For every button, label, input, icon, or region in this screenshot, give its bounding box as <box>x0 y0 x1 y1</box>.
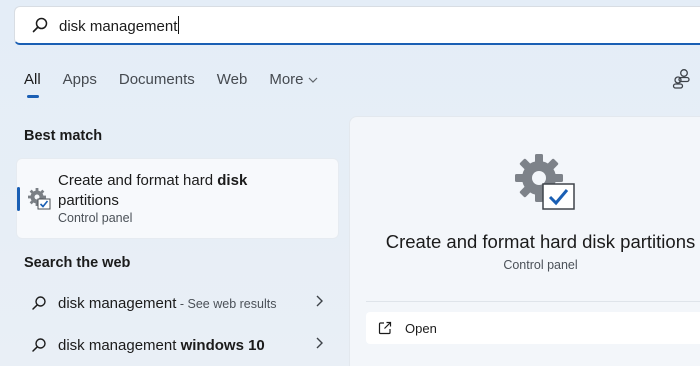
best-match-result[interactable]: Create and format hard disk partitions Co… <box>16 158 339 239</box>
search-icon <box>31 16 49 34</box>
open-label: Open <box>405 320 437 336</box>
search-input[interactable]: disk management <box>59 15 180 35</box>
web-result-item[interactable]: disk management - See web results <box>16 288 339 318</box>
gear-check-icon <box>27 187 51 211</box>
chevron-right-icon <box>315 294 323 310</box>
result-detail-pane: Create and format hard disk partitions C… <box>349 116 700 366</box>
best-match-subtitle: Control panel <box>58 211 133 225</box>
open-external-icon <box>378 321 392 335</box>
best-match-heading: Best match <box>24 128 103 144</box>
open-button[interactable]: Open <box>366 312 700 344</box>
search-box[interactable]: disk management <box>14 6 700 45</box>
detail-subtitle: Control panel <box>503 258 578 272</box>
search-icon <box>31 295 47 311</box>
account-switch-icon[interactable] <box>672 68 692 90</box>
divider <box>366 301 700 302</box>
text-caret <box>178 15 180 34</box>
filter-tabs: All Apps Documents Web More <box>24 70 340 100</box>
tab-web[interactable]: Web <box>217 70 248 100</box>
tab-all[interactable]: All <box>24 70 41 100</box>
web-result-item[interactable]: disk management windows 10 <box>16 330 339 360</box>
tab-documents[interactable]: Documents <box>119 70 195 100</box>
search-icon <box>31 337 47 353</box>
detail-title: Create and format hard disk partitions <box>385 231 696 252</box>
best-match-title: Create and format hard disk partitions <box>58 172 248 209</box>
tab-apps[interactable]: Apps <box>63 70 97 100</box>
chevron-right-icon <box>315 336 323 352</box>
chevron-down-icon <box>308 70 318 90</box>
search-web-heading: Search the web <box>24 255 131 271</box>
gear-check-icon <box>513 152 577 212</box>
selection-indicator <box>17 187 20 211</box>
tab-more[interactable]: More <box>269 70 317 100</box>
